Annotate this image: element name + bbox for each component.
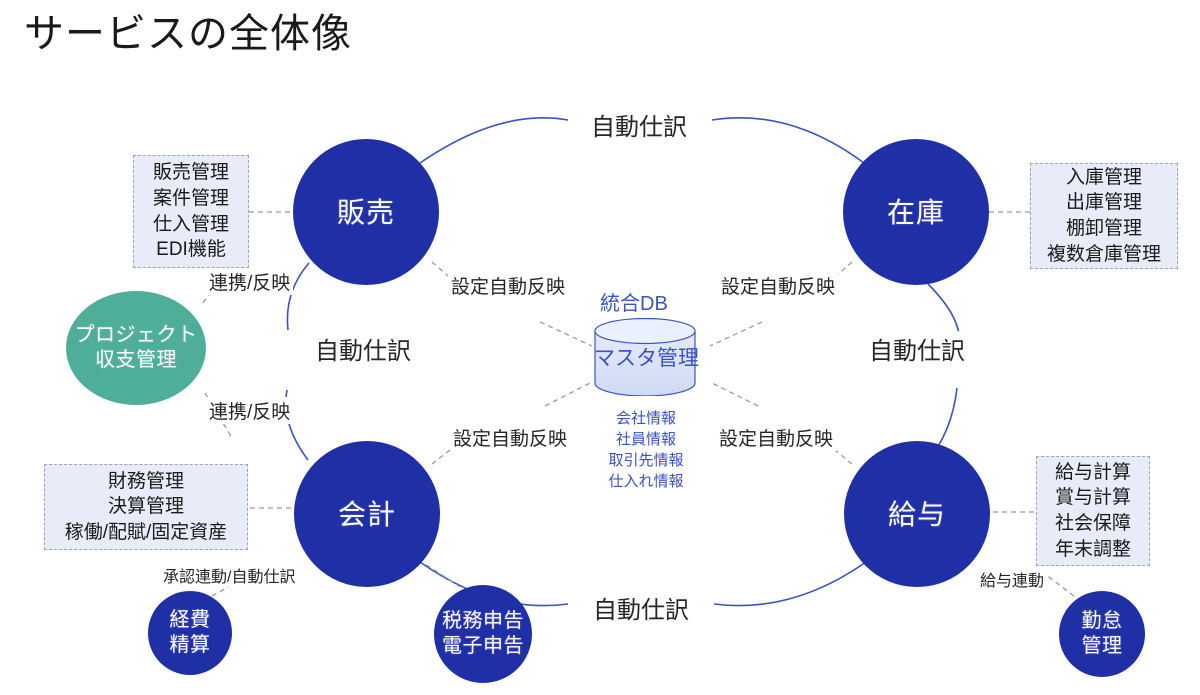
node-sales[interactable]: 販売 (293, 139, 439, 285)
node-payroll[interactable]: 給与 (844, 441, 990, 587)
node-inventory-label: 在庫 (886, 196, 945, 228)
node-tax[interactable]: 税務申告 電子申告 (434, 585, 532, 683)
node-payroll-label: 給与 (887, 498, 946, 530)
database-item-list: 会社情報 社員情報 取引先情報 仕入れ情報 (608, 410, 684, 490)
arc-top-right (711, 117, 865, 164)
edge-label-right-auto-journal: 自動仕訳 (866, 331, 968, 366)
node-tax-label: 税務申告 電子申告 (442, 610, 524, 657)
feature-box-accounting-label: 財務管理 決算管理 稼働/配賦/固定資産 (64, 470, 228, 543)
edge-label-left-auto-journal: 自動仕訳 (312, 331, 414, 366)
node-sales-label: 販売 (336, 196, 395, 228)
database-title: 統合DB (600, 293, 668, 315)
spoke-inventory-db-b (709, 321, 763, 347)
diagram-canvas: サービスの全体像 販売 在庫 会計 給与 プロジェクト 収支管理 経費 精算 税… (0, 0, 1200, 695)
arc-bottom-right (713, 561, 867, 607)
edge-label-attendance-payroll: 給与連動 (977, 567, 1048, 591)
node-accounting[interactable]: 会計 (294, 441, 440, 587)
page-title: サービスの全体像 (24, 12, 352, 56)
arc-top-left (419, 117, 569, 164)
node-attendance[interactable]: 勤怠 管理 (1059, 591, 1145, 677)
spoke-payroll-db-b (709, 381, 759, 407)
link-tax-accounting (424, 563, 469, 593)
feature-box-sales: 販売管理 案件管理 仕入管理 EDI機能 (133, 155, 249, 268)
edge-label-payroll-db: 設定自動反映 (716, 424, 837, 451)
edge-label-sales-db: 設定自動反映 (448, 272, 569, 299)
feature-box-sales-label: 販売管理 案件管理 仕入管理 EDI機能 (152, 162, 229, 261)
edge-label-inventory-db: 設定自動反映 (718, 272, 839, 299)
node-inventory[interactable]: 在庫 (843, 139, 989, 285)
feature-box-inventory-label: 入庫管理 出庫管理 棚卸管理 複数倉庫管理 (1046, 166, 1161, 265)
node-attendance-label: 勤怠 管理 (1081, 610, 1123, 657)
node-expense[interactable]: 経費 精算 (148, 591, 232, 675)
edge-label-top-auto-journal: 自動仕訳 (588, 107, 690, 142)
spoke-sales-db-b (539, 321, 593, 347)
edge-label-project-sales: 連携/反映 (206, 268, 294, 295)
feature-box-payroll-label: 給与計算 賞与計算 社会保障 年末調整 (1054, 461, 1131, 560)
edge-label-bottom-auto-journal: 自動仕訳 (590, 590, 692, 625)
feature-box-payroll: 給与計算 賞与計算 社会保障 年末調整 (1036, 456, 1150, 566)
feature-box-accounting: 財務管理 決算管理 稼働/配賦/固定資産 (44, 464, 248, 550)
feature-box-inventory: 入庫管理 出庫管理 棚卸管理 複数倉庫管理 (1030, 163, 1178, 269)
edge-label-accounting-db: 設定自動反映 (450, 424, 571, 451)
database-cylinder: マスタ管理 (594, 317, 699, 397)
spoke-accounting-db-b (544, 381, 593, 407)
node-accounting-label: 会計 (337, 498, 396, 530)
node-project[interactable]: プロジェクト 収支管理 (66, 291, 206, 405)
edge-label-project-accounting: 連携/反映 (206, 397, 294, 424)
node-project-label: プロジェクト 収支管理 (74, 324, 198, 371)
database-cylinder-label: マスタ管理 (594, 347, 699, 370)
edge-label-expense-accounting: 承認連動/自動仕訳 (160, 563, 299, 587)
node-expense-label: 経費 精算 (169, 609, 211, 656)
